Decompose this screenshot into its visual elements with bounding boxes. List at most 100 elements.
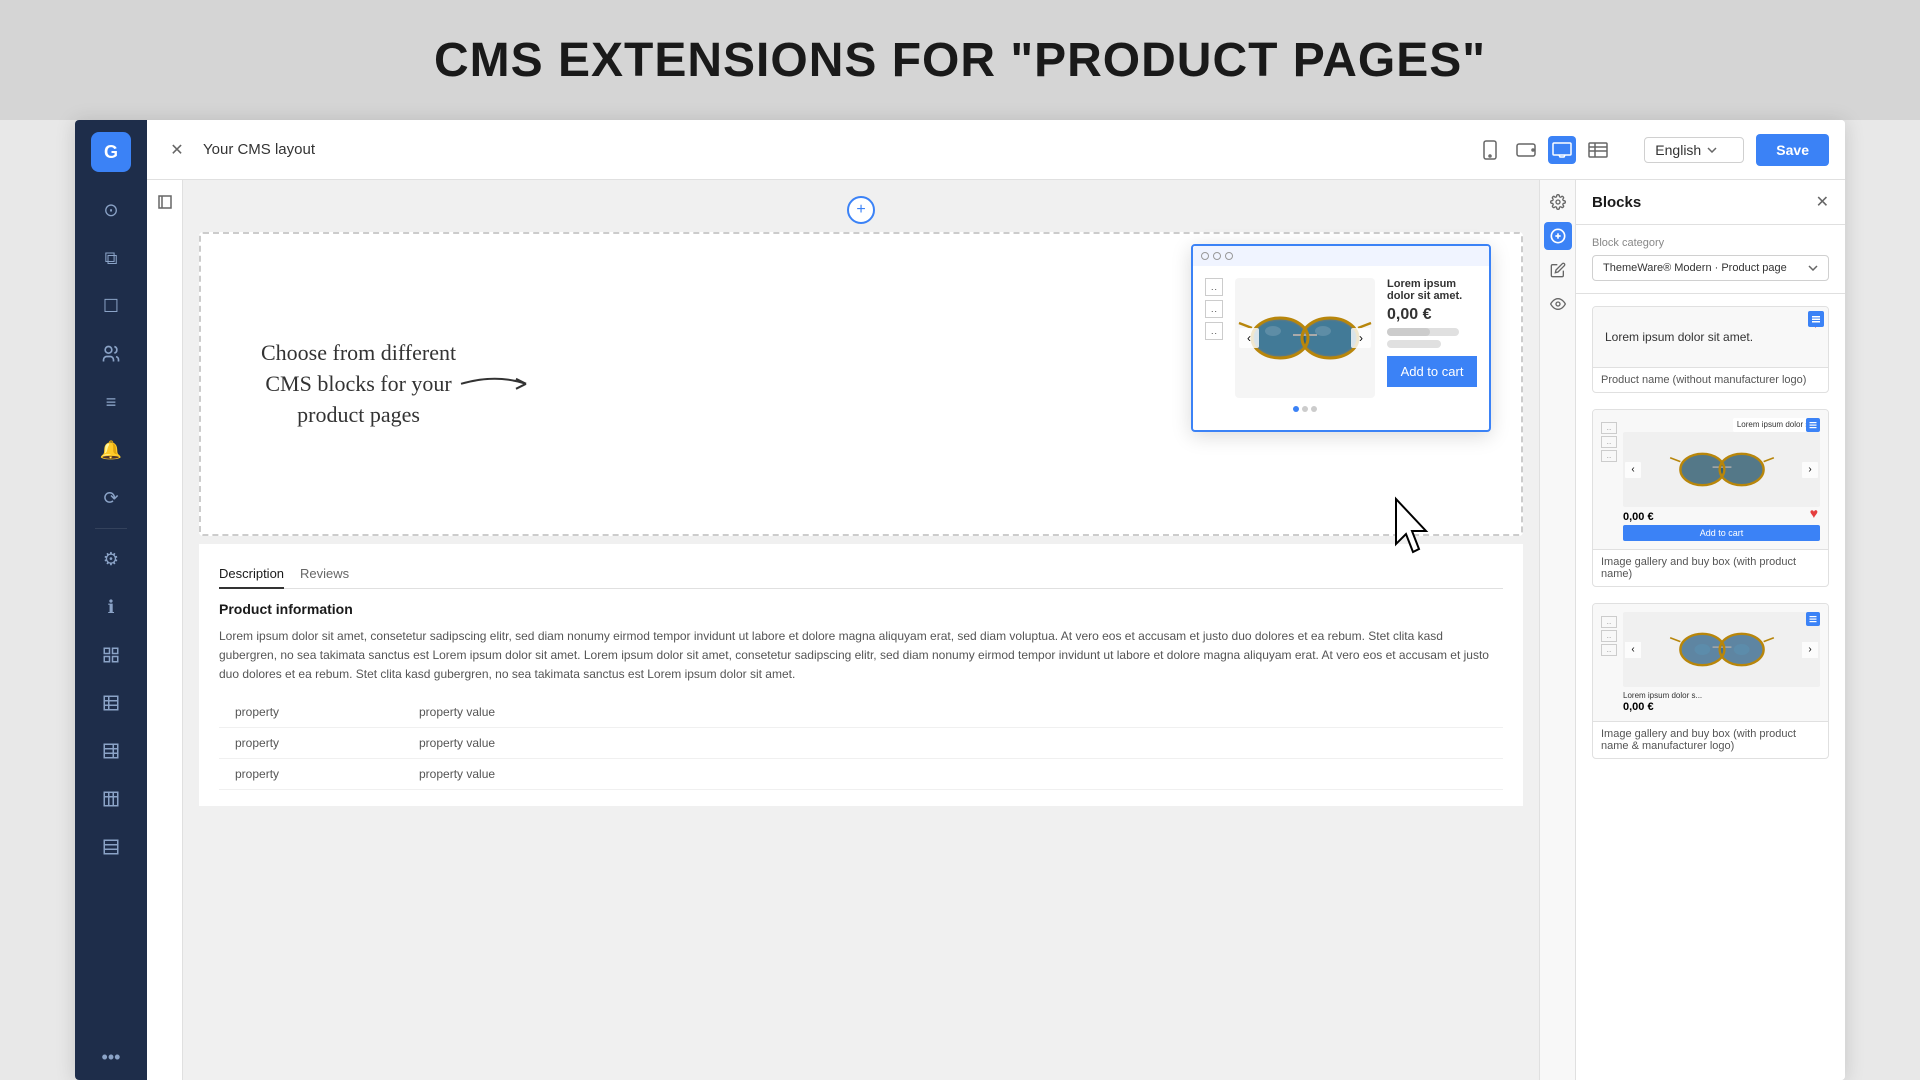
editor-right-icons bbox=[1539, 180, 1575, 1080]
blocks-panel: Blocks ✕ Block category ThemeWare® Moder… bbox=[1575, 180, 1845, 1080]
popup-header bbox=[1193, 246, 1489, 266]
popup-ctrl-2[interactable]: ‥ bbox=[1205, 300, 1223, 318]
ctrl-btn-1: ‥ bbox=[1601, 422, 1617, 434]
sidebar-more[interactable]: ••• bbox=[102, 1047, 121, 1068]
ctrl-btn-5: ‥ bbox=[1601, 630, 1617, 642]
sidebar-item-analytics[interactable]: ≡ bbox=[89, 380, 133, 424]
mobile-view-button[interactable] bbox=[1476, 136, 1504, 164]
description-text: Lorem ipsum dolor sit amet, consetetur s… bbox=[219, 627, 1503, 685]
annotation-text: Choose from differentCMS blocks for your… bbox=[261, 338, 456, 430]
block-card-3-title: Image gallery and buy box (with product … bbox=[1593, 721, 1828, 758]
block-1-text: Lorem ipsum dolor sit amet. bbox=[1605, 330, 1753, 344]
table3-icon bbox=[102, 790, 120, 808]
topbar-close-button[interactable]: ✕ bbox=[163, 136, 191, 164]
sidebar-item-grid[interactable] bbox=[89, 633, 133, 677]
block-tag-icon-1 bbox=[1811, 314, 1821, 324]
table1-icon bbox=[102, 694, 120, 712]
analytics-icon: ≡ bbox=[106, 392, 117, 413]
popup-rating bbox=[1387, 328, 1459, 336]
popup-product-price: 0,00 € bbox=[1387, 306, 1477, 324]
view-panel-button[interactable] bbox=[1544, 290, 1572, 318]
add-block-row: + bbox=[199, 196, 1523, 224]
sidebar-item-table1[interactable] bbox=[89, 681, 133, 725]
sidebar-item-table4[interactable] bbox=[89, 825, 133, 869]
sidebar-item-table3[interactable] bbox=[89, 777, 133, 821]
popup-dot-3 bbox=[1225, 252, 1233, 260]
block-2-next[interactable]: › bbox=[1802, 462, 1818, 478]
ctrl-btn-6: ‥ bbox=[1601, 644, 1617, 656]
sidebar-item-users[interactable] bbox=[89, 332, 133, 376]
sidebar-item-settings[interactable]: ⚙ bbox=[89, 537, 133, 581]
table-row: property property value bbox=[219, 759, 1503, 790]
bell-icon: 🔔 bbox=[100, 440, 122, 461]
dashboard-icon: ⊙ bbox=[103, 200, 118, 221]
sidebar-item-layers[interactable]: ⧉ bbox=[89, 236, 133, 280]
block-category-section: Block category ThemeWare® Modern · Produ… bbox=[1576, 225, 1845, 294]
popup-add-cart-button[interactable]: Add to cart bbox=[1387, 356, 1477, 387]
sidebar-item-notifications[interactable]: 🔔 bbox=[89, 428, 133, 472]
layers-icon: ⧉ bbox=[105, 248, 118, 269]
block-2-tag bbox=[1806, 418, 1820, 432]
popup-controls: ‥ ‥ ‥ bbox=[1205, 278, 1223, 418]
property-table: property property value property propert… bbox=[219, 697, 1503, 790]
block-3-prev[interactable]: ‹ bbox=[1625, 642, 1641, 658]
tab-description[interactable]: Description bbox=[219, 560, 284, 589]
category-chevron-icon bbox=[1808, 265, 1818, 271]
property-value-1: property value bbox=[419, 705, 495, 719]
add-block-button[interactable]: + bbox=[847, 196, 875, 224]
table-row: property property value bbox=[219, 728, 1503, 759]
popup-rating-fill bbox=[1387, 328, 1430, 336]
block-card-3[interactable]: ‥ ‥ ‥ bbox=[1592, 603, 1829, 759]
table4-icon bbox=[102, 838, 120, 856]
sidebar-toggle-button[interactable] bbox=[151, 188, 179, 216]
product-info-heading: Product information bbox=[219, 601, 1503, 617]
sidebar-item-sync[interactable]: ⟳ bbox=[89, 476, 133, 520]
plus-panel-icon bbox=[1550, 228, 1566, 244]
sidebar-divider-1 bbox=[95, 528, 127, 529]
users-icon bbox=[101, 344, 121, 364]
block-3-name: Lorem ipsum dolor s... bbox=[1623, 691, 1702, 701]
block-3-next[interactable]: › bbox=[1802, 642, 1818, 658]
popup-content: ‥ ‥ ‥ bbox=[1193, 266, 1489, 430]
edit-panel-button[interactable] bbox=[1544, 256, 1572, 284]
info-icon: ℹ bbox=[108, 597, 115, 618]
block-3-tag bbox=[1806, 612, 1820, 626]
property-value-3: property value bbox=[419, 767, 495, 781]
blocks-panel-close-button[interactable]: ✕ bbox=[1816, 192, 1829, 212]
block-3-img-container: ‹ › bbox=[1623, 612, 1820, 687]
sidebar-item-box[interactable]: ☐ bbox=[89, 284, 133, 328]
ctrl-btn-4: ‥ bbox=[1601, 616, 1617, 628]
popup-image-area: ‹ › bbox=[1235, 278, 1375, 398]
popup-ctrl-3[interactable]: ‥ bbox=[1205, 322, 1223, 340]
sidebar-item-info[interactable]: ℹ bbox=[89, 585, 133, 629]
sidebar-item-table2[interactable] bbox=[89, 729, 133, 773]
block-2-add-cart[interactable]: Add to cart bbox=[1623, 525, 1820, 541]
sidebar-item-dashboard[interactable]: ⊙ bbox=[89, 188, 133, 232]
grid-icon bbox=[102, 646, 120, 664]
language-selector[interactable]: English bbox=[1644, 137, 1744, 163]
block-2-img-container: ‹ › bbox=[1623, 432, 1820, 507]
save-button[interactable]: Save bbox=[1756, 134, 1829, 166]
page-canvas: + Choose from differentCMS blocks for yo… bbox=[183, 180, 1539, 1080]
add-block-panel-button[interactable] bbox=[1544, 222, 1572, 250]
block-card-1[interactable]: Lorem ipsum dolor sit amet. ♥ bbox=[1592, 306, 1829, 393]
tablet-view-button[interactable] bbox=[1512, 136, 1540, 164]
tab-reviews[interactable]: Reviews bbox=[300, 560, 349, 589]
desktop-view-button[interactable] bbox=[1548, 136, 1576, 164]
block-3-inner: ‥ ‥ ‥ bbox=[1593, 604, 1828, 721]
table-view-button[interactable] bbox=[1584, 136, 1612, 164]
block-2-prev[interactable]: ‹ bbox=[1625, 462, 1641, 478]
block-card-2[interactable]: ‥ ‥ ‥ Lorem ipsum dolor s... bbox=[1592, 409, 1829, 587]
category-select[interactable]: ThemeWare® Modern · Product page bbox=[1592, 255, 1829, 281]
settings-panel-button[interactable] bbox=[1544, 188, 1572, 216]
block-3-price: 0,00 € bbox=[1623, 701, 1702, 713]
popup-nav-next[interactable]: › bbox=[1351, 328, 1371, 348]
popup-nav-prev[interactable]: ‹ bbox=[1239, 328, 1259, 348]
cursor bbox=[1391, 494, 1441, 564]
popup-ctrl-1[interactable]: ‥ bbox=[1205, 278, 1223, 296]
sync-icon: ⟳ bbox=[103, 488, 118, 509]
sidebar-logo[interactable]: G bbox=[91, 132, 131, 172]
img-dot-3 bbox=[1311, 406, 1317, 412]
category-value: ThemeWare® Modern · Product page bbox=[1603, 262, 1808, 274]
eye-icon bbox=[1550, 296, 1566, 312]
